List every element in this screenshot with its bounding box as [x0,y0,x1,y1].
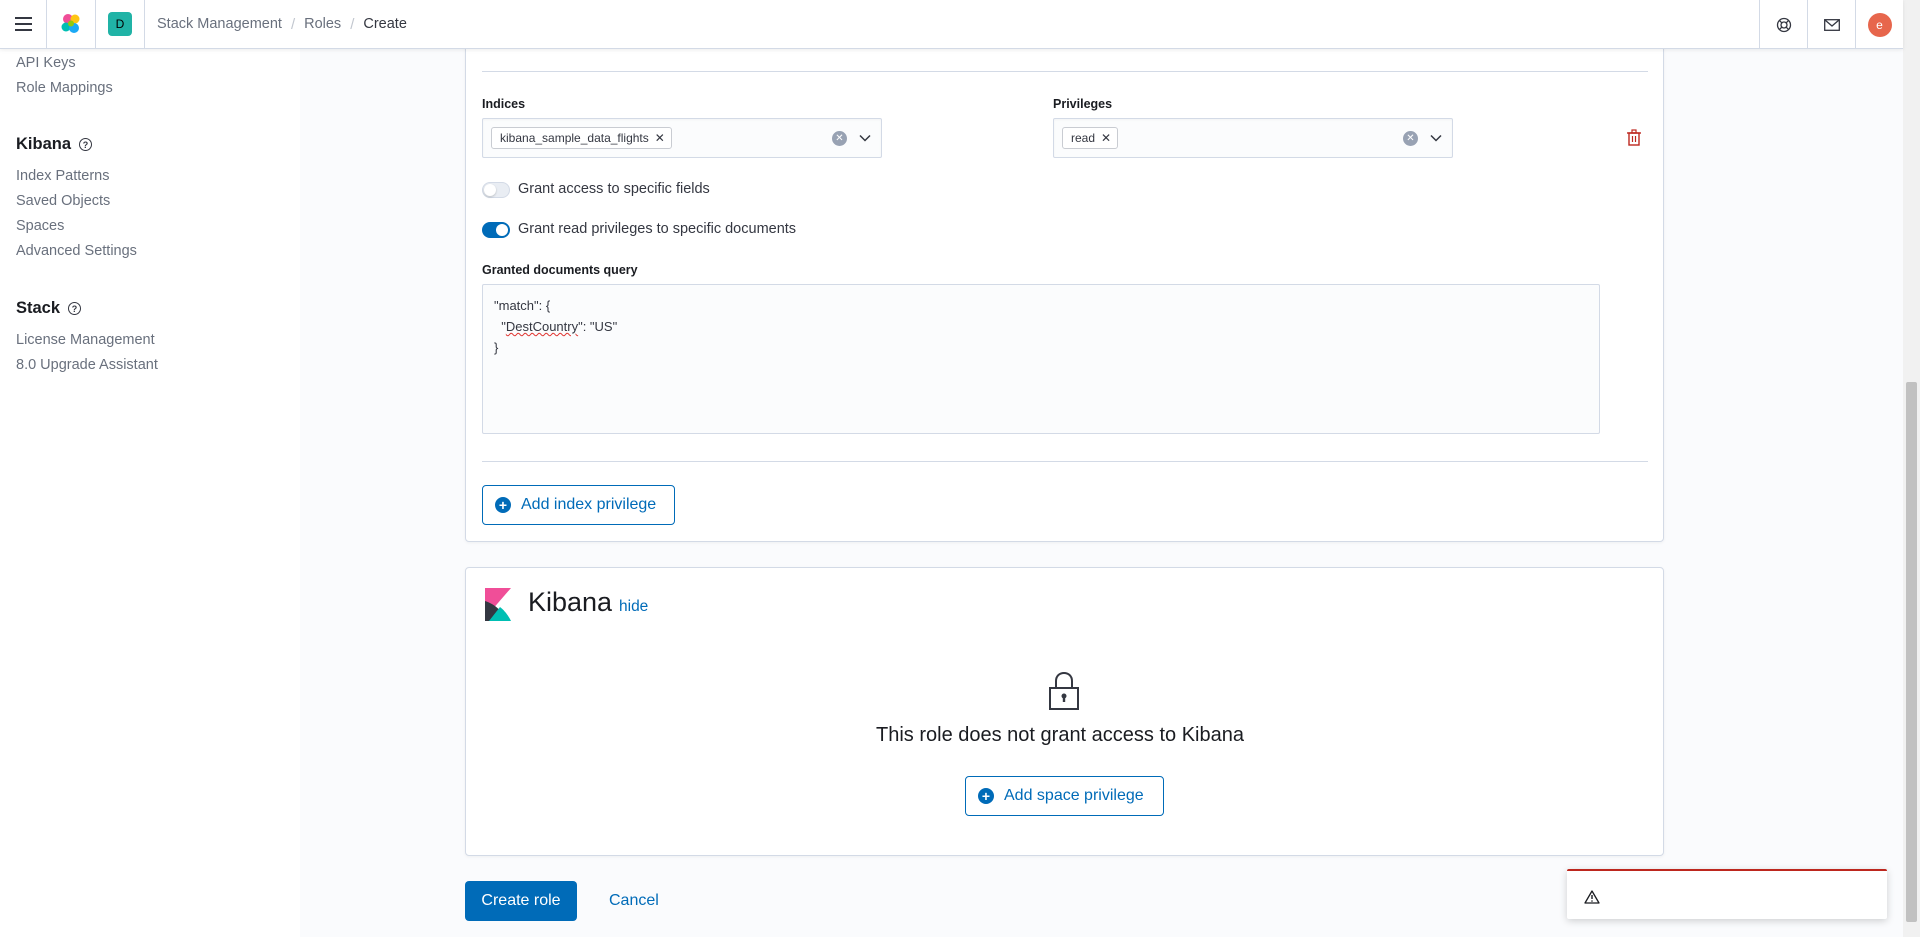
sidebar-item-api-keys[interactable]: API Keys [16,55,76,71]
user-menu-button[interactable]: e [1855,0,1903,49]
breadcrumb-create: Create [363,16,407,32]
empty-state-message: This role does not grant access to Kiban… [876,724,1244,746]
sidebar-item-license-management[interactable]: License Management [16,332,155,348]
clear-icon[interactable]: ✕ [832,131,847,146]
menu-button[interactable] [0,0,47,49]
indices-pill: kibana_sample_data_flights ✕ [491,127,672,149]
divider [482,461,1648,462]
query-field-name: DestCountry [505,319,579,334]
divider [482,71,1648,72]
toggle-knob [484,184,496,196]
plus-circle-icon: + [978,788,994,804]
section-title: Kibana [16,135,72,153]
mail-icon [1823,18,1840,31]
management-sidebar: API Keys Role Mappings Kibana ? Index Pa… [0,49,300,937]
granted-query-editor[interactable]: "match": { "DestCountry": "US" } [482,284,1600,434]
breadcrumb-stack-management[interactable]: Stack Management [157,16,282,32]
field-access-label: Grant access to specific fields [518,181,710,197]
granted-query-label: Granted documents query [482,263,638,277]
breadcrumb-separator: / [290,15,296,33]
document-privileges-label: Grant read privileges to specific docume… [518,221,797,237]
header-actions: e [1759,0,1903,49]
kibana-panel-title: Kibana [528,587,613,617]
sidebar-section-stack: Stack ? [16,299,82,318]
chevron-down-icon[interactable] [855,128,875,148]
elastic-logo[interactable] [47,0,96,49]
add-space-privilege-button[interactable]: + Add space privilege [965,776,1164,816]
newsfeed-button[interactable] [1807,0,1855,49]
hide-link[interactable]: hide [619,598,648,616]
privileges-label: Privileges [1053,97,1113,111]
privileges-combobox[interactable]: read ✕ ✕ [1053,118,1453,158]
section-title: Stack [16,299,61,317]
sidebar-section-kibana: Kibana ? [16,135,93,154]
question-icon[interactable]: ? [79,138,93,151]
toggle-knob [496,224,508,236]
clear-icon[interactable]: ✕ [1403,131,1418,146]
hamburger-icon [14,17,32,31]
sidebar-item-role-mappings[interactable]: Role Mappings [16,80,113,96]
button-label: Add space privilege [1004,787,1144,804]
pill-label: read [1071,131,1096,145]
sidebar-item-advanced-settings[interactable]: Advanced Settings [16,243,137,259]
question-icon[interactable]: ? [68,302,82,315]
chevron-down-icon[interactable] [1426,128,1446,148]
help-button[interactable] [1759,0,1807,49]
error-toast[interactable] [1567,869,1887,919]
elastic-logo-icon [61,14,80,33]
query-line: } [494,340,499,355]
create-role-button[interactable]: Create role [465,881,577,921]
breadcrumb-separator: / [350,15,355,33]
pill-label: kibana_sample_data_flights [500,131,649,145]
sidebar-item-index-patterns[interactable]: Index Patterns [16,168,110,184]
indices-combobox[interactable]: kibana_sample_data_flights ✕ ✕ [482,118,882,158]
breadcrumb-roles[interactable]: Roles [304,16,341,32]
document-privileges-toggle[interactable] [482,222,510,238]
privileges-pill: read ✕ [1062,127,1119,149]
sidebar-item-saved-objects[interactable]: Saved Objects [16,193,110,209]
lock-icon [1049,671,1079,710]
field-access-toggle[interactable] [482,182,510,198]
space-avatar: D [108,12,132,36]
remove-pill-icon[interactable]: ✕ [655,132,665,144]
plus-circle-icon: + [495,497,511,513]
breadcrumb: Stack Management / Roles / Create [145,16,407,33]
query-line-prefix: " [494,319,506,334]
warning-icon [1584,890,1600,904]
help-lifebuoy-icon [1776,17,1791,32]
scrollbar-thumb[interactable] [1906,382,1917,922]
trash-icon[interactable] [1626,129,1642,146]
user-avatar: e [1867,12,1892,37]
query-line-suffix: ": "US" [578,319,618,334]
sidebar-item-upgrade-assistant[interactable]: 8.0 Upgrade Assistant [16,357,158,373]
sidebar-item-spaces[interactable]: Spaces [16,218,64,234]
kibana-logo-icon [485,588,511,621]
remove-pill-icon[interactable]: ✕ [1101,132,1111,144]
query-line: "match": { [494,298,551,313]
top-header: D Stack Management / Roles / Create e [0,0,1903,49]
cancel-button[interactable]: Cancel [609,881,659,921]
indices-label: Indices [482,97,526,111]
add-index-privilege-button[interactable]: + Add index privilege [482,485,675,525]
space-selector[interactable]: D [96,0,145,49]
button-label: Add index privilege [521,496,657,513]
